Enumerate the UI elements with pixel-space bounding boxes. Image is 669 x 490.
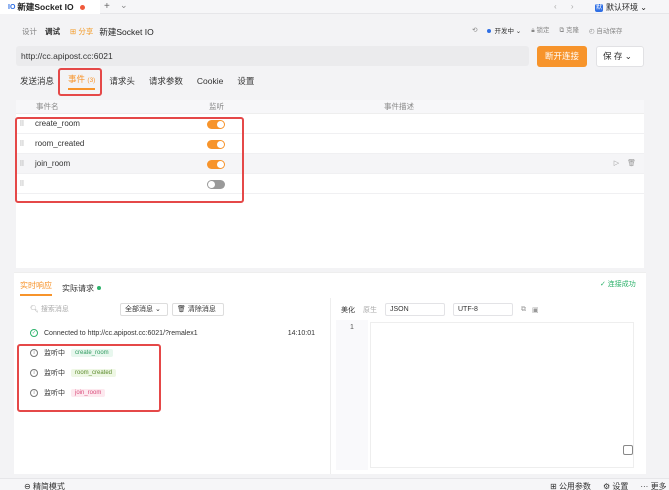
lock-button[interactable]: 🔒︎ 锁定 [531, 24, 549, 35]
check-circle-icon: ✓ [30, 329, 38, 337]
col-listen: 监听 [209, 102, 224, 111]
raw-button[interactable]: 原生 [363, 305, 377, 315]
env-selector[interactable]: 默 默认环境 ⌄ [595, 2, 647, 13]
format-icon[interactable] [623, 445, 633, 455]
right-tools: ⟲ 开发中 ⌄ 🔒︎ 锁定 ⧉ 克隆 ◴ 自动保存 [462, 24, 622, 35]
status-select[interactable]: 开发中 ⌄ [487, 25, 521, 35]
send-icon[interactable]: ▷ [614, 160, 619, 167]
copy-icon[interactable]: ⧉ [521, 306, 526, 314]
line-gutter: 1 [336, 320, 368, 470]
unsaved-dot [79, 4, 85, 10]
tab-cookie[interactable]: Cookie [197, 76, 223, 86]
message-text: Connected to http://cc.apipost.cc:6021/?… [44, 329, 198, 337]
format-select[interactable]: JSON [385, 303, 445, 316]
compact-mode-toggle[interactable]: ⊖ 精简模式 [24, 481, 65, 490]
request-title[interactable]: 新建Socket IO [99, 26, 153, 38]
tab-headers[interactable]: 请求头 [109, 75, 135, 87]
tab-title: 新建Socket IO [17, 2, 74, 12]
clone-button[interactable]: ⧉ 克隆 [559, 24, 578, 35]
message-filter-select[interactable]: 全部消息 ⌄ [120, 303, 168, 316]
tab-params[interactable]: 请求参数 [149, 75, 183, 87]
highlight-box-events [15, 117, 244, 203]
tab-realtime[interactable]: 实时响应 [20, 280, 52, 296]
env-icon: 默 [595, 3, 603, 12]
sync-icon[interactable]: ⟲ [472, 26, 477, 34]
socket-io-icon: IO [8, 3, 16, 11]
mode-debug[interactable]: 调试 [41, 24, 64, 39]
settings-button[interactable]: ⚙︎ 设置 [603, 481, 628, 490]
mode-design[interactable]: 设计 [18, 24, 41, 39]
row-actions: ▷ 🗑︎ [614, 159, 636, 167]
highlight-box-messages [17, 344, 161, 412]
save-icon[interactable]: ▣ [532, 306, 539, 314]
editor-toolbar: 美化 原生 JSON UTF-8 ⧉ ▣ [341, 303, 539, 316]
statusbar-right: ⊞ 公用参数 ⚙︎ 设置 ··· 更多 [538, 481, 667, 490]
save-button[interactable]: 保 存 ⌄ [596, 46, 644, 67]
message-search-input[interactable]: 🔍︎ 搜索消息 [30, 303, 110, 316]
highlight-box-events-tab [58, 68, 102, 96]
message-time: 14:10:01 [287, 329, 315, 337]
public-params-button[interactable]: ⊞ 公用参数 [550, 481, 591, 490]
more-button[interactable]: ··· 更多 [640, 481, 666, 490]
message-connected[interactable]: ✓ Connected to http://cc.apipost.cc:6021… [16, 323, 321, 343]
autosave-button[interactable]: ◴ 自动保存 [589, 25, 622, 35]
tab-send-message[interactable]: 发送消息 [20, 75, 54, 87]
events-table-header: 事件名 监听 事件描述 [16, 100, 644, 114]
col-description: 事件描述 [384, 102, 414, 111]
tab-settings[interactable]: 设置 [237, 75, 254, 87]
col-event-name: 事件名 [36, 102, 59, 111]
beautify-button[interactable]: 美化 [341, 305, 355, 315]
env-label: 默认环境 ⌄ [606, 3, 647, 12]
tab-socket-io[interactable]: IO 新建Socket IO [0, 0, 100, 14]
share-button[interactable]: ⊞ 分享 [70, 26, 93, 37]
tab-list-button[interactable]: ⌄ [120, 0, 128, 11]
clear-messages-button[interactable]: 🗑︎ 清除消息 [172, 303, 224, 316]
new-tab-button[interactable]: + [104, 1, 110, 12]
encoding-select[interactable]: UTF-8 [453, 303, 513, 316]
green-dot [97, 286, 101, 291]
response-editor[interactable] [370, 322, 634, 468]
connection-status: ✓ 连接成功 [600, 281, 636, 288]
trash-icon[interactable]: 🗑︎ [627, 160, 636, 167]
tab-nav-arrows[interactable]: ‹ › [554, 2, 580, 11]
disconnect-button[interactable]: 断开连接 [537, 46, 587, 67]
url-input[interactable]: http://cc.apipost.cc:6021 [16, 46, 529, 66]
mode-bar: 设计 调试 ⊞ 分享 新建Socket IO [18, 24, 154, 39]
panel-divider[interactable] [330, 298, 331, 474]
tab-actual-request[interactable]: 实际请求 [62, 283, 101, 294]
status-dot [487, 28, 492, 33]
response-tabs: 实时响应 实际请求 [20, 280, 101, 296]
